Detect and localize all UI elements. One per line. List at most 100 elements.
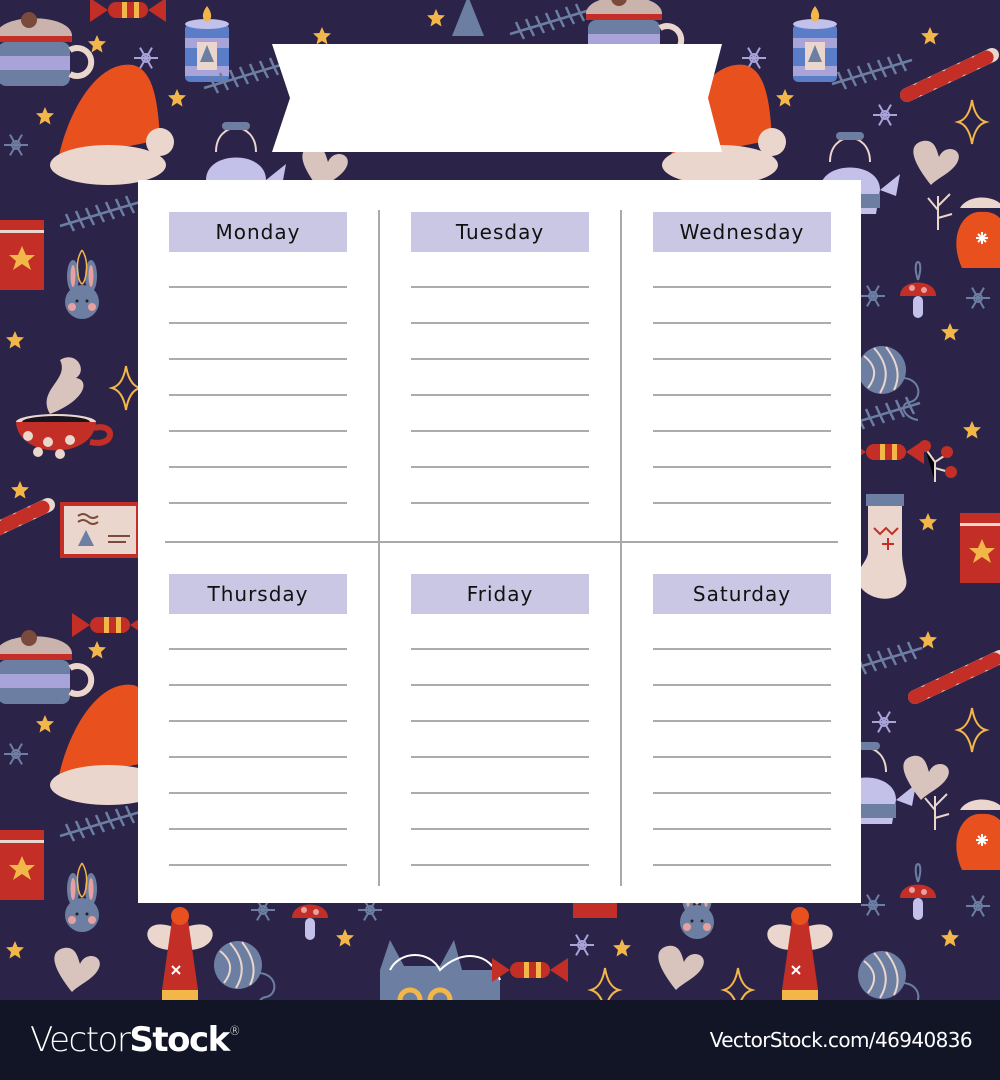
bunny-ornament-icon (64, 249, 100, 320)
star-icon (6, 331, 24, 349)
twig-icon (927, 193, 953, 231)
image-url: VectorStock.com/46940836 (709, 1028, 973, 1052)
logo-text-bold: Stock (129, 1020, 230, 1060)
writing-line (169, 358, 347, 360)
star-icon (919, 631, 937, 649)
writing-line (411, 828, 589, 830)
writing-line (169, 322, 347, 324)
note-lines[interactable] (653, 286, 831, 504)
bunny-ornament-icon (64, 862, 100, 933)
envelope-icon (59, 501, 141, 559)
pine-branch-icon (830, 52, 914, 91)
writing-line (411, 358, 589, 360)
writing-line (411, 648, 589, 650)
watermark-footer: VectorStock® VectorStock.com/46940836 (0, 1000, 1000, 1080)
star-icon (427, 9, 445, 27)
steam-icon (913, 140, 959, 185)
writing-line (169, 684, 347, 686)
star-icon (36, 107, 54, 125)
gift-box-icon (0, 220, 44, 290)
snowflake-icon (133, 46, 159, 70)
row-divider (165, 541, 838, 543)
note-lines[interactable] (653, 648, 831, 866)
cocoa-mug-icon (0, 630, 91, 704)
writing-line (411, 792, 589, 794)
day-section-friday: Friday (411, 574, 589, 866)
writing-line (653, 502, 831, 504)
candy-cane-icon (907, 55, 992, 95)
writing-line (169, 466, 347, 468)
writing-line (653, 358, 831, 360)
candy-cane-icon (0, 505, 48, 545)
writing-line (653, 286, 831, 288)
day-section-monday: Monday (169, 212, 347, 504)
writing-line (169, 286, 347, 288)
candy-cane-icon (915, 657, 1000, 697)
gift-box-icon (960, 513, 1000, 583)
star-icon (963, 421, 981, 439)
day-header: Monday (169, 212, 347, 252)
twig-icon (924, 793, 950, 831)
steam-icon (658, 945, 704, 990)
tree-icon (452, 0, 484, 36)
note-lines[interactable] (411, 648, 589, 866)
stocking-icon (856, 493, 908, 600)
vectorstock-logo: VectorStock® (30, 1020, 241, 1060)
candy-icon (72, 613, 148, 637)
pine-branch-icon (58, 804, 142, 843)
snowflake-icon (3, 133, 29, 157)
gift-box-icon (0, 830, 44, 900)
star-icon (921, 27, 939, 45)
star-icon (941, 323, 959, 341)
title-banner[interactable] (268, 44, 722, 152)
writing-line (169, 502, 347, 504)
angel-icon (146, 906, 214, 1000)
writing-line (411, 502, 589, 504)
writing-line (653, 394, 831, 396)
sparkle-icon (111, 365, 141, 411)
weekly-planner-card: Monday Tuesday Wednesday Thursday Friday… (138, 180, 861, 903)
candy-icon (492, 958, 568, 982)
cocoa-mug-icon (0, 12, 91, 86)
sparkle-icon (723, 967, 753, 1000)
writing-line (169, 756, 347, 758)
note-lines[interactable] (169, 286, 347, 504)
writing-line (411, 322, 589, 324)
sparkle-icon (957, 707, 987, 753)
candle-icon (185, 6, 229, 82)
star-icon (6, 941, 24, 959)
writing-line (653, 322, 831, 324)
writing-line (411, 286, 589, 288)
note-lines[interactable] (411, 286, 589, 504)
steam-icon (54, 947, 100, 992)
registered-mark: ® (228, 1024, 241, 1038)
writing-line (653, 756, 831, 758)
star-icon (168, 89, 186, 107)
note-lines[interactable] (169, 648, 347, 866)
writing-line (653, 684, 831, 686)
writing-line (411, 430, 589, 432)
star-icon (11, 481, 29, 499)
coffee-cup-icon (16, 357, 110, 459)
snowflake-icon (872, 103, 898, 127)
day-header: Wednesday (653, 212, 831, 252)
writing-line (411, 756, 589, 758)
star-icon (313, 27, 331, 45)
writing-line (169, 720, 347, 722)
snowflake-icon (871, 710, 897, 734)
star-icon (613, 939, 631, 957)
column-divider (620, 210, 622, 886)
day-header: Friday (411, 574, 589, 614)
day-section-saturday: Saturday (653, 574, 831, 866)
writing-line (411, 684, 589, 686)
star-icon (36, 715, 54, 733)
writing-line (411, 864, 589, 866)
sparkle-icon (590, 967, 620, 1000)
mushroom-ornament-icon (899, 863, 937, 921)
logo-text-light: Vector (30, 1020, 131, 1060)
writing-line (411, 394, 589, 396)
writing-line (411, 720, 589, 722)
writing-line (653, 720, 831, 722)
angel-icon (766, 906, 834, 1000)
writing-line (653, 466, 831, 468)
